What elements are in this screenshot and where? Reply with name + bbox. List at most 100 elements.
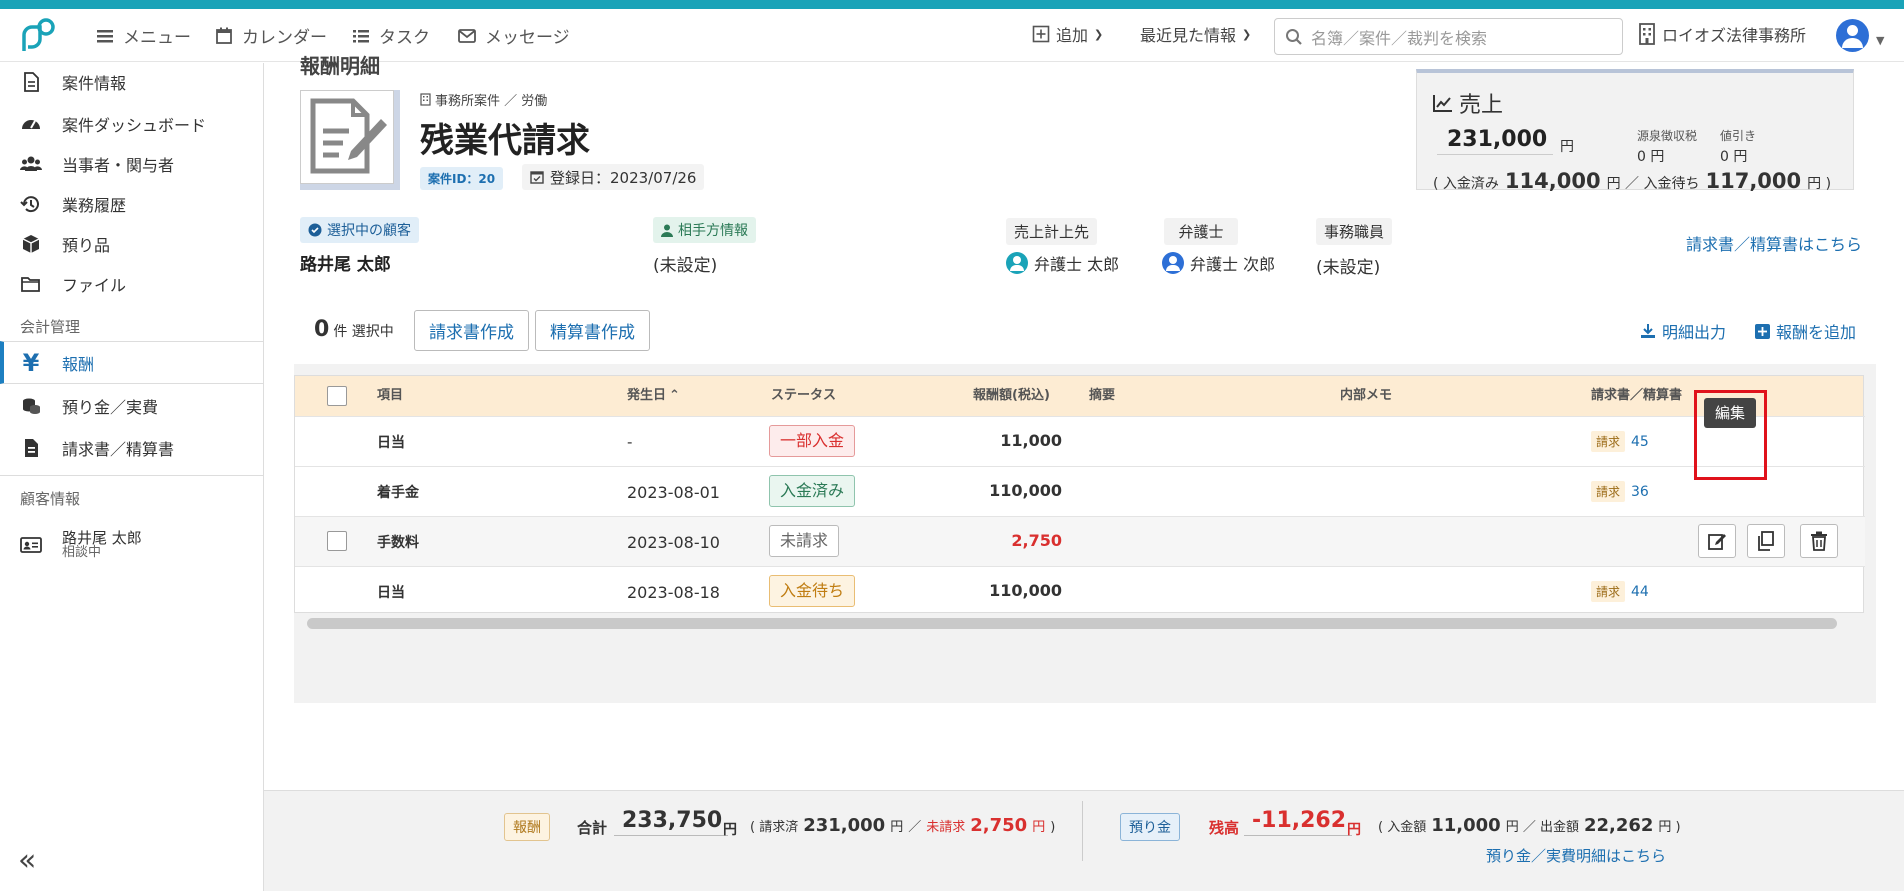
sidebar-item-history[interactable]: 業務履歴 <box>0 185 263 223</box>
unbilled-value: 2,750 <box>970 815 1028 836</box>
sidebar-item-label: 預り金／実費 <box>62 398 159 417</box>
sort-asc-icon: ⌃ <box>669 388 680 403</box>
out-value: 22,262 <box>1583 815 1654 836</box>
app-logo-icon[interactable] <box>18 17 58 57</box>
sidebar-section-client: 顧客情報 <box>20 490 81 508</box>
selected-client-label: 選択中の顧客 <box>300 217 419 243</box>
bill-number-link[interactable]: 36 <box>1631 484 1649 500</box>
calendar-check-icon <box>530 171 544 184</box>
horizontal-scrollbar[interactable] <box>307 618 1837 629</box>
total-label: 合計 <box>577 819 608 837</box>
select-all-checkbox[interactable] <box>327 386 347 406</box>
sidebar-item-parties[interactable]: 当事者・関与者 <box>0 145 263 183</box>
paid-value: 114,000 <box>1504 169 1601 193</box>
download-icon <box>1641 324 1655 338</box>
sidebar-item-label: 業務履歴 <box>62 196 127 215</box>
table-row[interactable]: 着手金 2023-08-01 入金済み 110,000 請求 36 <box>295 466 1865 516</box>
sidebar-item-client[interactable]: 路井尾 太郎 相談中 <box>0 523 263 567</box>
lawyer-name: 弁護士 次郎 <box>1190 255 1276 274</box>
deposit-detail-link[interactable]: 預り金／実費明細はこちら <box>1486 845 1666 866</box>
discount-value: 0 円 <box>1720 149 1748 165</box>
app-header: メニュー カレンダー タスク メッセージ 追加 ❯ 最近見た情報 ❯ 名簿／案件… <box>0 9 1904 62</box>
client-status: 相談中 <box>62 545 102 561</box>
unbilled-yen: 円 <box>1032 820 1046 835</box>
sidebar-item-files[interactable]: ファイル <box>0 265 263 303</box>
col-item[interactable]: 項目 <box>377 376 403 416</box>
row-invoice[interactable]: 請求 36 <box>1591 481 1649 502</box>
create-settlement-button[interactable]: 精算書作成 <box>535 310 650 351</box>
waiting-label: 円 ／ 入金待ち <box>1606 176 1700 192</box>
user-icon <box>661 224 673 237</box>
recent-dropdown[interactable]: 最近見た情報 ❯ <box>1140 22 1251 46</box>
global-search[interactable]: 名簿／案件／裁判を検索 <box>1274 18 1623 55</box>
col-invoice[interactable]: 請求書／精算書 <box>1591 376 1682 416</box>
sidebar: 案件情報 案件ダッシュボード 当事者・関与者 業務履歴 預り品 ファイル 会計管… <box>0 63 264 891</box>
row-amount: 11,000 <box>1000 431 1062 450</box>
col-status[interactable]: ステータス <box>771 376 836 416</box>
table-row[interactable]: 日当 - 一部入金 11,000 請求 45 <box>295 416 1865 466</box>
user-avatar[interactable] <box>1836 19 1869 52</box>
waiting-value: 117,000 <box>1705 169 1802 193</box>
col-amount[interactable]: 報酬額(税込) <box>973 376 1050 416</box>
row-invoice[interactable]: 請求 45 <box>1591 431 1649 452</box>
row-item: 着手金 <box>377 485 419 501</box>
add-fee-button[interactable]: 報酬を追加 <box>1755 319 1856 343</box>
selected-client-name[interactable]: 路井尾 太郎 <box>300 250 391 275</box>
id-card-icon <box>20 537 42 553</box>
sidebar-item-deposit-items[interactable]: 預り品 <box>0 225 263 263</box>
paid-label: ( 入金済み <box>1433 176 1499 192</box>
sidebar-item-case-dashboard[interactable]: 案件ダッシュボード <box>0 105 263 143</box>
sidebar-item-label: 請求書／精算書 <box>62 440 175 459</box>
balance-yen: 円 <box>1347 822 1361 838</box>
delete-button[interactable] <box>1800 524 1838 558</box>
top-accent-bar <box>0 0 1904 9</box>
duplicate-button[interactable] <box>1747 524 1785 558</box>
nav-message[interactable]: メッセージ <box>457 23 570 48</box>
invoice-settlement-link[interactable]: 請求書／精算書はこちら <box>1686 231 1862 255</box>
sidebar-item-label: 預り品 <box>62 236 111 255</box>
firm-switcher[interactable]: ロイオズ法律事務所 <box>1638 22 1806 46</box>
sidebar-item-deposits[interactable]: 預り金／実費 <box>0 387 263 425</box>
case-title: 残業代請求 <box>420 121 590 161</box>
client-entry: 路井尾 太郎 相談中 <box>62 530 142 561</box>
sidebar-item-invoices[interactable]: 請求書／精算書 <box>0 429 263 467</box>
withholding-value: 0 円 <box>1637 149 1665 165</box>
sales-target-value[interactable]: 弁護士 太郎 <box>1006 251 1119 275</box>
add-dropdown[interactable]: 追加 ❯ <box>1032 22 1103 46</box>
list-icon <box>353 29 369 42</box>
lawyer-value[interactable]: 弁護士 次郎 <box>1162 251 1275 275</box>
edit-button[interactable] <box>1698 524 1736 558</box>
chevron-down-icon[interactable]: ▼ <box>1876 34 1884 47</box>
col-date-label: 発生日 <box>627 388 667 403</box>
firm-name: ロイオズ法律事務所 <box>1662 26 1807 45</box>
col-memo[interactable]: 内部メモ <box>1340 376 1392 416</box>
col-summary[interactable]: 摘要 <box>1089 376 1115 416</box>
chevron-down-icon: ❯ <box>1094 27 1104 41</box>
sidebar-item-label: 当事者・関与者 <box>62 156 175 175</box>
nav-task[interactable]: タスク <box>351 23 430 48</box>
collapse-sidebar-icon[interactable]: « <box>18 846 36 876</box>
nav-menu[interactable]: メニュー <box>95 23 191 48</box>
nav-menu-label: メニュー <box>123 28 191 48</box>
row-item: 手数料 <box>377 535 419 551</box>
table-header-row: 項目 発生日 ⌃ ステータス 報酬額(税込) 摘要 内部メモ 請求書／精算書 <box>295 376 1863 416</box>
withholding-label: 源泉徴収税 <box>1637 129 1698 143</box>
bill-number-link[interactable]: 45 <box>1631 434 1649 450</box>
add-fee-label: 報酬を追加 <box>1776 323 1857 342</box>
col-date[interactable]: 発生日 ⌃ <box>627 376 680 416</box>
row-checkbox[interactable] <box>327 531 347 551</box>
bill-number-link[interactable]: 44 <box>1631 584 1649 600</box>
sidebar-item-case-info[interactable]: 案件情報 <box>0 63 263 101</box>
create-invoice-button[interactable]: 請求書作成 <box>414 310 529 351</box>
trash-icon <box>1811 531 1827 551</box>
nav-calendar[interactable]: カレンダー <box>214 23 327 48</box>
plus-square-icon <box>1032 25 1050 43</box>
row-invoice[interactable]: 請求 44 <box>1591 581 1649 602</box>
search-input[interactable]: 名簿／案件／裁判を検索 <box>1311 25 1487 49</box>
export-button[interactable]: 明細出力 <box>1640 319 1726 343</box>
table-row[interactable]: 手数料 2023-08-10 未請求 2,750 <box>295 516 1865 566</box>
summary-footer: 報酬 合計 233,750 円 ( 請求済 231,000 円 ／ 未請求 2,… <box>264 790 1904 891</box>
row-amount: 110,000 <box>989 581 1062 600</box>
table-row[interactable]: 日当 2023-08-18 入金待ち 110,000 請求 44 <box>295 566 1865 616</box>
sidebar-item-fees[interactable]: ¥ 報酬 <box>0 341 263 384</box>
